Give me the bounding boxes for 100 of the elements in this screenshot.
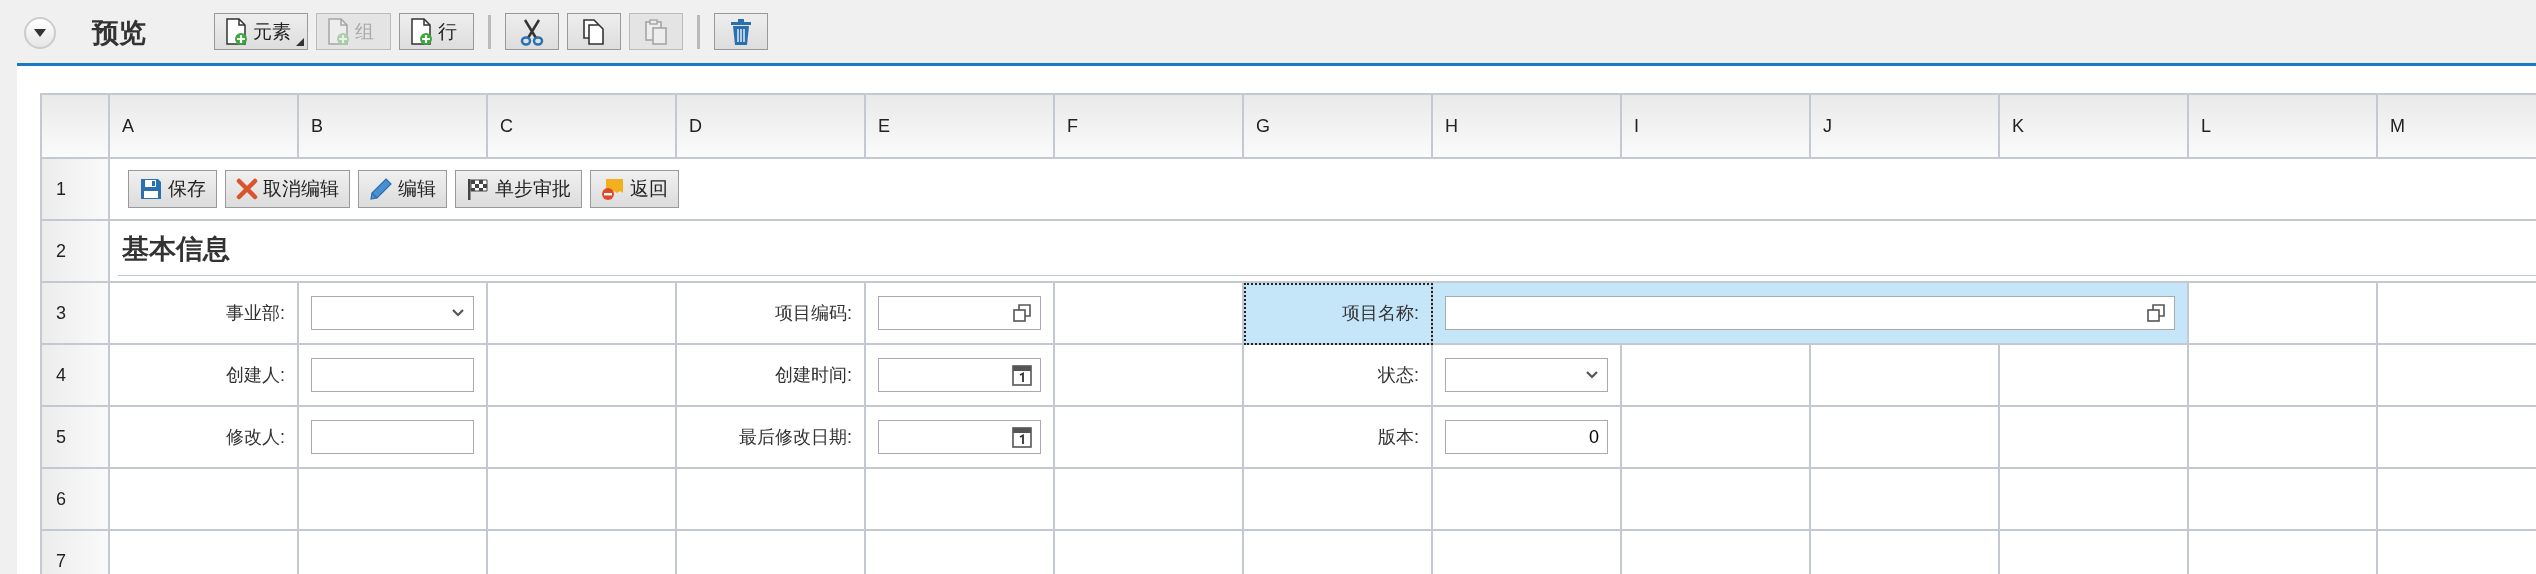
column-header[interactable]: D [677, 95, 866, 159]
field-label: 项目名称: [1342, 302, 1419, 325]
column-header[interactable]: A [110, 95, 299, 159]
table-cell[interactable] [299, 283, 488, 345]
table-cell[interactable]: 项目编码: [677, 283, 866, 345]
dropdown-field[interactable] [311, 296, 474, 330]
table-cell[interactable]: 状态: [1244, 345, 1433, 407]
delete-button[interactable] [714, 13, 768, 50]
table-cell[interactable]: 修改人: [110, 407, 299, 469]
add-document-icon [410, 17, 434, 46]
table-cell[interactable]: 创建人: [110, 345, 299, 407]
table-cell[interactable] [1433, 345, 1622, 407]
popup-window-icon [1012, 303, 1032, 323]
dropdown-field[interactable] [1445, 358, 1608, 392]
column-header[interactable]: J [1811, 95, 2000, 159]
table-cell[interactable] [1055, 407, 1244, 469]
table-cell[interactable]: 项目名称: [1244, 283, 1433, 345]
table-cell[interactable] [1622, 407, 1811, 469]
table-cell[interactable] [1433, 469, 1622, 531]
table-cell[interactable] [2000, 345, 2189, 407]
table-cell[interactable] [1055, 345, 1244, 407]
add-document-icon [327, 17, 351, 46]
text-field[interactable] [311, 358, 474, 392]
table-cell[interactable] [1055, 283, 1244, 345]
dropdown-corner-icon [296, 38, 304, 46]
table-cell[interactable] [866, 283, 1055, 345]
table-cell[interactable] [299, 407, 488, 469]
table-cell[interactable] [110, 469, 299, 531]
table-cell[interactable] [1622, 345, 1811, 407]
table-cell[interactable]: 事业部: [110, 283, 299, 345]
cancel-button[interactable]: 取消编辑 [225, 170, 350, 208]
table-cell[interactable] [2000, 469, 2189, 531]
field-label: 创建人: [226, 364, 285, 387]
table-cell[interactable] [2000, 407, 2189, 469]
calendar-icon [1012, 364, 1032, 386]
column-header[interactable]: M [2378, 95, 2536, 159]
lookup-field[interactable] [878, 296, 1041, 330]
table-cell[interactable] [488, 283, 677, 345]
field-label: 修改人: [226, 426, 285, 449]
row-header[interactable]: 5 [42, 407, 110, 469]
back-button[interactable]: 返回 [590, 170, 679, 208]
date-field[interactable] [878, 358, 1041, 392]
column-header[interactable]: I [1622, 95, 1811, 159]
field-label: 最后修改日期: [739, 426, 852, 449]
column-header[interactable]: H [1433, 95, 1622, 159]
row-header[interactable]: 1 [42, 159, 110, 221]
save-button[interactable]: 保存 [128, 170, 217, 208]
column-header[interactable]: K [2000, 95, 2189, 159]
column-header[interactable]: F [1055, 95, 1244, 159]
table-cell[interactable] [2189, 469, 2378, 531]
table-cell[interactable] [1811, 407, 2000, 469]
table-cell[interactable]: 最后修改日期: [677, 407, 866, 469]
date-field[interactable] [878, 420, 1041, 454]
table-cell[interactable] [488, 345, 677, 407]
table-cell[interactable]: 0 [1433, 407, 1622, 469]
table-cell[interactable] [488, 469, 677, 531]
table-cell[interactable] [866, 469, 1055, 531]
column-header[interactable]: C [488, 95, 677, 159]
collapse-button[interactable] [24, 16, 56, 49]
column-header[interactable]: E [866, 95, 1055, 159]
column-header[interactable]: L [2189, 95, 2378, 159]
add-button[interactable]: 元素 [214, 13, 308, 50]
copy-button[interactable] [567, 13, 621, 50]
copy-icon [581, 17, 607, 46]
table-cell[interactable] [1622, 469, 1811, 531]
calendar-icon [1012, 426, 1032, 448]
table-cell[interactable] [866, 345, 1055, 407]
column-header[interactable]: G [1244, 95, 1433, 159]
table-cell[interactable] [2189, 283, 2378, 345]
table-cell[interactable] [1811, 469, 2000, 531]
table-cell[interactable] [299, 469, 488, 531]
table-cell[interactable] [2189, 345, 2378, 407]
table-cell[interactable] [488, 407, 677, 469]
table-cell[interactable] [866, 407, 1055, 469]
field-label: 创建时间: [775, 364, 852, 387]
row-header[interactable]: 2 [42, 221, 110, 283]
table-cell[interactable] [1244, 469, 1433, 531]
row-header[interactable]: 3 [42, 283, 110, 345]
add-button[interactable]: 行 [399, 13, 474, 50]
table-cell[interactable] [1811, 345, 2000, 407]
number-field[interactable]: 0 [1445, 420, 1608, 454]
corner-cell[interactable] [42, 95, 110, 159]
table-cell[interactable]: 创建时间: [677, 345, 866, 407]
lookup-field[interactable] [1445, 296, 2175, 330]
row-header[interactable]: 7 [42, 531, 110, 574]
table-cell[interactable]: 版本: [1244, 407, 1433, 469]
edit-button[interactable]: 编辑 [358, 170, 447, 208]
row-header[interactable]: 6 [42, 469, 110, 531]
text-field[interactable] [311, 420, 474, 454]
table-cell[interactable] [677, 469, 866, 531]
table-cell[interactable] [2189, 407, 2378, 469]
cut-button[interactable] [505, 13, 559, 50]
scissors-icon [519, 17, 545, 46]
approve-button[interactable]: 单步审批 [455, 170, 582, 208]
table-cell[interactable] [1433, 283, 2189, 345]
trash-icon [729, 17, 753, 46]
table-cell[interactable] [1055, 469, 1244, 531]
column-header[interactable]: B [299, 95, 488, 159]
row-header[interactable]: 4 [42, 345, 110, 407]
table-cell[interactable] [299, 345, 488, 407]
